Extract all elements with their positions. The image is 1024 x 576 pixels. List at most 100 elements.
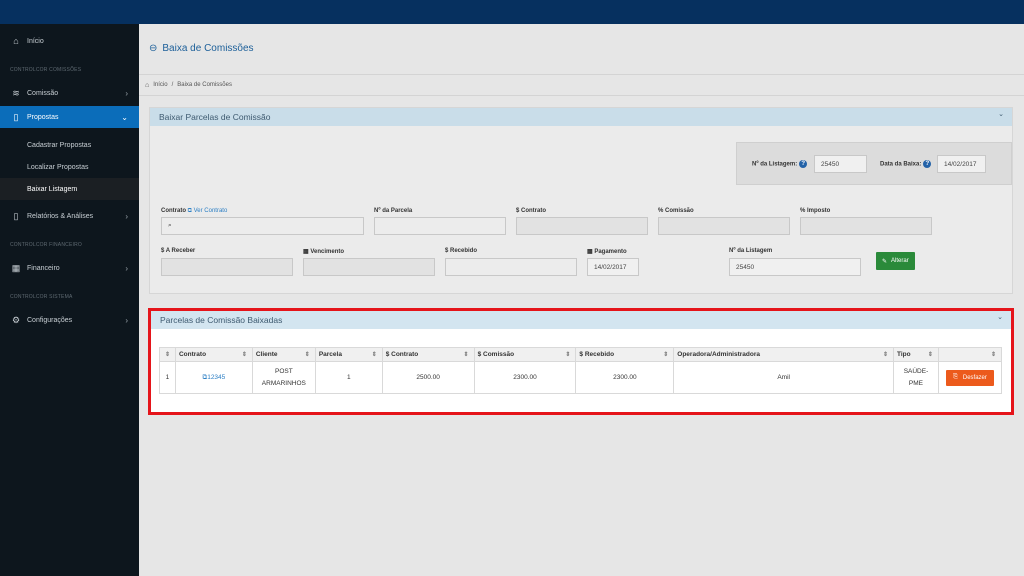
valor-contrato-input (516, 217, 648, 235)
alterar-label: Alterar (891, 258, 909, 264)
sidebar-item-comissao[interactable]: ≋ Comissão › (0, 82, 139, 104)
column-header-actions[interactable]: ⇕ (937, 347, 1003, 362)
column-header[interactable]: Cliente ⇕ (251, 347, 316, 362)
num-parcela-input[interactable] (374, 217, 506, 235)
breadcrumb: ⌂ Início / Baixa de Comissões (139, 74, 1024, 96)
desfazer-label: Desfazer (962, 374, 987, 381)
listagem-label: Nº da Listagem (729, 248, 773, 254)
sidebar-subitem-cadastrar[interactable]: Cadastrar Propostas (0, 134, 139, 156)
column-header-index[interactable]: ⇕ (159, 347, 176, 362)
contrato-label: Contrato ⧉ Ver Contrato (161, 208, 228, 214)
sidebar-item-label: Início (27, 37, 44, 45)
baixar-parcelas-panel: Baixar Parcelas de Comissão ⌄ Nº da List… (149, 107, 1013, 294)
alterar-button[interactable]: ✎ Alterar (876, 252, 915, 270)
baixadas-table: ⇕ Contrato ⇕ Cliente ⇕ Parcela ⇕ $ Contrato… (159, 347, 1003, 394)
sort-icon[interactable]: ⇕ (663, 351, 668, 358)
help-icon[interactable]: ? (923, 160, 932, 168)
valor-contrato-cell: 2500.00 (381, 361, 475, 394)
ver-contrato-link[interactable]: ⧉ Ver Contrato (188, 208, 228, 214)
num-parcela-label: Nº da Parcela (374, 208, 413, 214)
sidebar-subitem-baixar[interactable]: Baixar Listagem (0, 178, 139, 200)
column-header[interactable]: $ Comissão ⇕ (473, 347, 577, 362)
sort-icon[interactable]: ⇕ (464, 351, 469, 358)
sort-icon[interactable]: ⇕ (928, 351, 933, 358)
data-baixa-input[interactable]: 14/02/2017 (937, 155, 986, 173)
home-icon: ⌂ (13, 36, 19, 46)
pagamento-label: ▦ Pagamento (587, 249, 627, 255)
sidebar-subitem-localizar[interactable]: Localizar Propostas (0, 156, 139, 178)
sidebar-item-label: Configurações (27, 316, 73, 324)
search-icon: ⌕ (168, 222, 172, 229)
contrato-search-input[interactable]: ⌕ (161, 217, 364, 235)
column-header[interactable]: Tipo ⇕ (893, 347, 939, 362)
operadora-cell: Amil (673, 361, 894, 394)
column-header[interactable]: $ Recebido ⇕ (575, 347, 675, 362)
sort-icon[interactable]: ⇕ (305, 351, 310, 358)
a-receber-input (161, 258, 293, 276)
sidebar-item-financeiro[interactable]: ▦ Financeiro › (0, 257, 139, 279)
chevron-right-icon: › (125, 88, 128, 98)
sort-icon[interactable]: ⇕ (991, 351, 996, 358)
sidebar-item-label: Comissão (27, 89, 59, 97)
edit-icon: ✎ (882, 258, 888, 265)
actions-cell: ⎘ Desfazer (937, 361, 1003, 394)
valor-contrato-label: $ Contrato (516, 208, 546, 214)
help-icon[interactable]: ? (799, 160, 808, 168)
pagamento-input[interactable]: 14/02/2017 (587, 258, 639, 276)
panel-header: Parcelas de Comissão Baixadas ⌄ (151, 311, 1011, 329)
panel-title: Baixar Parcelas de Comissão (159, 112, 271, 122)
chevron-down-icon[interactable]: ⌄ (998, 110, 1004, 118)
sidebar-item-label: Relatórios & Análises (27, 212, 94, 220)
recebido-input[interactable] (445, 258, 577, 276)
sort-icon[interactable]: ⇕ (242, 351, 247, 358)
recebido-label: $ Recebido (445, 248, 478, 254)
chevron-right-icon: › (125, 263, 128, 273)
a-receber-label: $ A Receber (161, 248, 196, 254)
breadcrumb-separator: / (171, 82, 174, 88)
column-header[interactable]: $ Contrato ⇕ (381, 347, 475, 362)
parcela-cell: 1 (314, 361, 383, 394)
desfazer-button[interactable]: ⎘ Desfazer (946, 369, 994, 386)
main-content: ⊖ Baixa de Comissões ⌂ Início / Baixa de… (139, 24, 1024, 576)
home-icon[interactable]: ⌂ (145, 82, 149, 89)
breadcrumb-home[interactable]: Início (153, 82, 167, 88)
column-header[interactable]: Parcela ⇕ (314, 347, 383, 362)
panel-header: Baixar Parcelas de Comissão ⌄ (150, 108, 1012, 126)
vencimento-input (303, 258, 435, 276)
sidebar-section-comissoes: CONTROLCOR COMISSÕES (10, 67, 82, 73)
back-arrow-icon[interactable]: ⊖ (149, 43, 157, 54)
pct-imposto-label: % Imposto (800, 208, 831, 214)
sidebar-section-financeiro: CONTROLCOR FINANCEIRO (10, 242, 82, 248)
breadcrumb-current: Baixa de Comissões (177, 82, 232, 88)
sidebar-item-inicio[interactable]: ⌂ Início (0, 30, 139, 52)
column-header[interactable]: Contrato ⇕ (174, 347, 253, 362)
sort-icon[interactable]: ⇕ (883, 351, 888, 358)
sidebar: ⌂ Início CONTROLCOR COMISSÕES ≋ Comissão… (0, 24, 139, 576)
calendar-icon: ▦ (587, 249, 593, 255)
contrato-link[interactable]: ⧉12345 (203, 374, 226, 381)
chevron-down-icon: ⌄ (121, 112, 128, 122)
data-baixa-label: Data da Baixa:? (880, 160, 932, 168)
calendar-icon: ▦ (303, 249, 309, 255)
chevron-down-icon[interactable]: ⌄ (997, 313, 1003, 321)
listagem-input[interactable]: 25450 (729, 258, 861, 276)
sort-icon[interactable]: ⇕ (372, 351, 377, 358)
contrato-cell: ⧉12345 (174, 361, 253, 394)
column-header[interactable]: Operadora/Administradora ⇕ (673, 347, 894, 362)
page-title: ⊖ Baixa de Comissões (149, 43, 254, 54)
sort-icon[interactable]: ⇕ (165, 351, 170, 358)
vencimento-label: ▦ Vencimento (303, 249, 345, 255)
clipboard-icon: ▯ (13, 210, 19, 221)
sidebar-item-propostas[interactable]: ▯ Propostas ⌄ (0, 106, 139, 128)
sidebar-item-label: Financeiro (27, 264, 60, 272)
undo-icon: ⎘ (953, 374, 958, 380)
num-listagem-label: Nº da Listagem:? (752, 160, 808, 168)
pct-imposto-input (800, 217, 932, 235)
sort-icon[interactable]: ⇕ (565, 351, 570, 358)
gear-icon: ⚙ (11, 314, 21, 325)
cliente-cell: POST ARMARINHOS (251, 361, 316, 394)
comissao-cell: 2300.00 (473, 361, 577, 394)
sidebar-item-relatorios[interactable]: ▯ Relatórios & Análises › (0, 205, 139, 227)
num-listagem-input[interactable]: 25450 (814, 155, 867, 173)
sidebar-item-configuracoes[interactable]: ⚙ Configurações › (0, 309, 139, 331)
